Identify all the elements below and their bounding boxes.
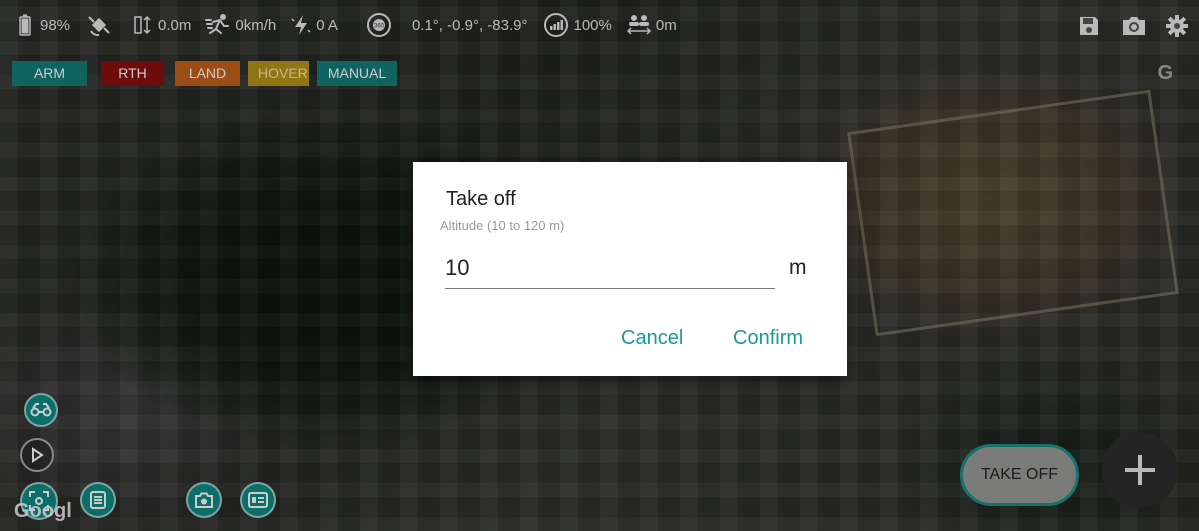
dialog-title: Take off — [446, 188, 516, 210]
drone-control-screen: 98% 0.0m 0km/h 0 A 360 0.1°, -0.9°, -83.… — [0, 0, 1199, 531]
take-off-dialog: Take off Altitude (10 to 120 m) m Cancel… — [413, 162, 847, 376]
altitude-hint: Altitude (10 to 120 m) — [440, 218, 565, 233]
altitude-unit: m — [789, 256, 807, 279]
altitude-input[interactable] — [445, 248, 775, 289]
cancel-button[interactable]: Cancel — [621, 327, 683, 350]
confirm-button[interactable]: Confirm — [733, 327, 803, 350]
